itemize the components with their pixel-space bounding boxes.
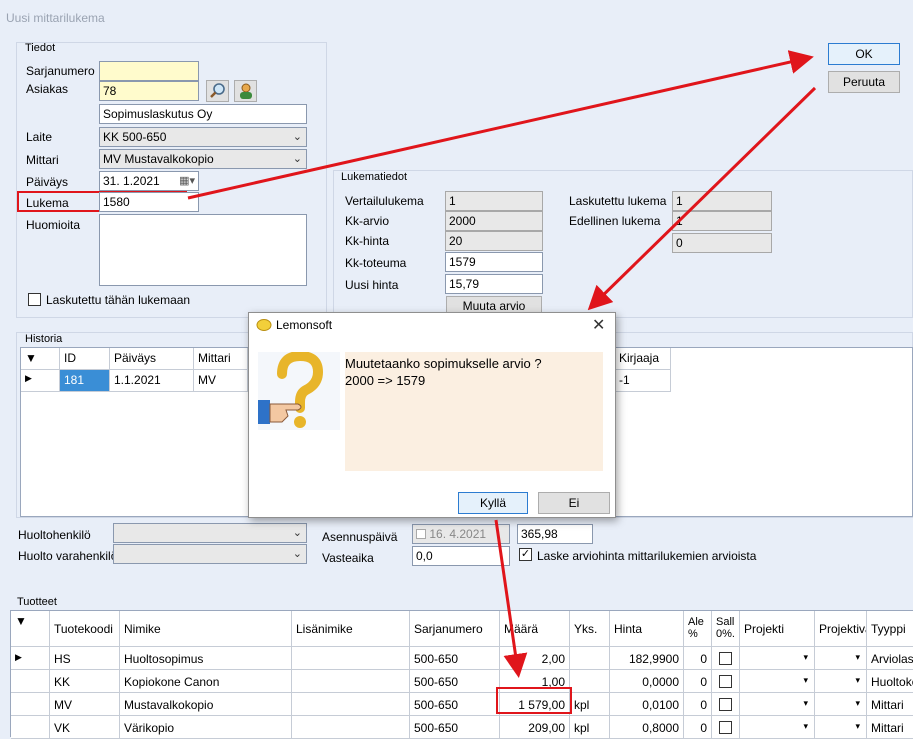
arrow-lukema-to-ok: [187, 50, 814, 200]
annotation-arrows: [187, 50, 817, 678]
arrow-dialog-to-maara: [494, 519, 528, 678]
arrow-peruuta-to-dialog: [587, 86, 817, 311]
